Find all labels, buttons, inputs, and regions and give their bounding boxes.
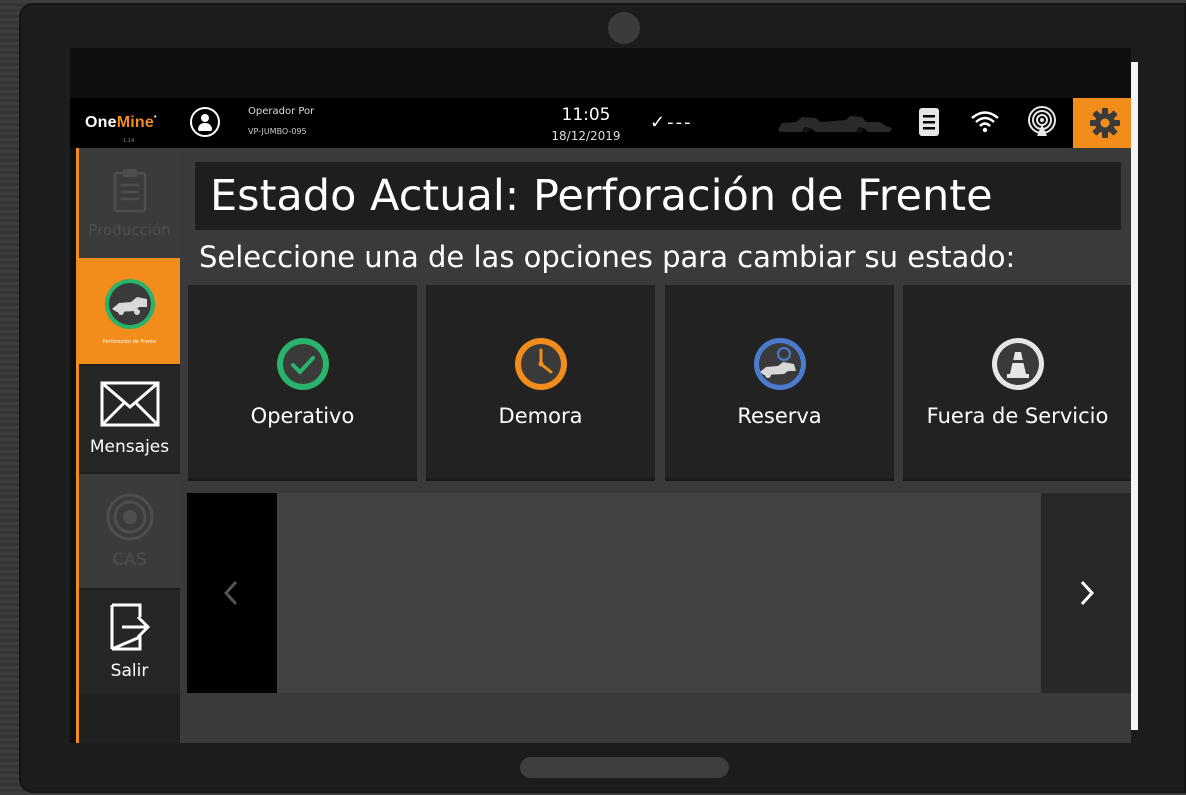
option-label: Reserva — [737, 403, 822, 428]
operator-label: Operador Por — [248, 106, 315, 117]
chevron-right-icon — [1080, 580, 1095, 606]
app-version: 1.14 — [123, 138, 135, 144]
instruction-text: Seleccione una de las opciones para camb… — [199, 240, 1016, 274]
option-label: Fuera de Servicio — [926, 403, 1109, 428]
drilling-icon — [104, 279, 155, 329]
clipboard-icon — [113, 169, 146, 213]
option-operativo[interactable]: Operativo — [188, 285, 417, 481]
screen: OneMine• 1.14 Operador Por VP-JUMBO-095 … — [70, 48, 1131, 743]
sidebar-item-label: Perforación de Frente — [102, 339, 157, 345]
carousel-next-button[interactable] — [1041, 493, 1131, 693]
sidebar: Producción Perforación de Frente Mensaje… — [76, 148, 180, 743]
sidebar-item-label: Mensajes — [89, 437, 170, 457]
reserve-icon — [753, 337, 806, 390]
main-panel: Estado Actual: Perforación de Frente Sel… — [180, 148, 1131, 743]
onemine-logo: OneMine• — [85, 114, 157, 132]
sidebar-item-label: Salir — [110, 661, 149, 681]
page-title: Estado Actual: Perforación de Frente — [195, 162, 1121, 230]
sidebar-item-cas[interactable]: CAS — [79, 474, 180, 588]
chevron-left-icon — [223, 580, 238, 606]
wifi-icon[interactable] — [969, 106, 1001, 138]
sidebar-item-produccion[interactable]: Producción — [79, 148, 180, 258]
target-icon — [106, 493, 153, 541]
sidebar-item-salir[interactable]: Salir — [79, 590, 180, 694]
radio-signal-icon[interactable] — [1026, 106, 1058, 138]
clock-icon — [514, 337, 567, 390]
sidebar-item-label: CAS — [112, 550, 147, 570]
document-icon[interactable] — [913, 106, 945, 138]
sidebar-item-perforacion[interactable]: Perforación de Frente — [79, 258, 180, 364]
clock-time: 11:05 — [561, 105, 611, 125]
vehicle-icon — [778, 116, 892, 133]
top-bar: OneMine• 1.14 Operador Por VP-JUMBO-095 … — [70, 98, 1131, 148]
home-bar[interactable] — [520, 757, 729, 778]
envelope-icon — [100, 381, 159, 427]
settings-button[interactable] — [1073, 98, 1131, 148]
status-checks: ✓--- — [650, 112, 693, 133]
title-prefix: Estado Actual: — [210, 171, 520, 221]
option-fuera-de-servicio[interactable]: Fuera de Servicio — [903, 285, 1131, 481]
clock-date: 18/12/2019 — [551, 129, 621, 143]
carousel-prev-button[interactable] — [187, 493, 277, 693]
current-state: Perforación de Frente — [532, 171, 993, 221]
exit-icon — [110, 603, 150, 651]
screen-edge — [1131, 62, 1138, 730]
sidebar-item-label: Producción — [88, 221, 171, 239]
sidebar-item-mensajes[interactable]: Mensajes — [79, 366, 180, 472]
cone-icon — [991, 337, 1044, 390]
option-reserva[interactable]: Reserva — [665, 285, 894, 481]
check-circle-icon — [276, 337, 329, 390]
logo-mine-text: Mine — [116, 114, 154, 131]
camera-dot — [608, 12, 640, 44]
operator-icon[interactable] — [190, 107, 220, 137]
option-label: Demora — [498, 403, 583, 428]
gear-icon — [1089, 108, 1120, 138]
logo-mark: • — [153, 114, 157, 121]
option-label: Operativo — [250, 403, 355, 428]
logo-one-text: One — [85, 114, 117, 131]
option-demora[interactable]: Demora — [426, 285, 655, 481]
operator-value: VP-JUMBO-095 — [248, 127, 307, 136]
carousel — [187, 493, 1131, 693]
